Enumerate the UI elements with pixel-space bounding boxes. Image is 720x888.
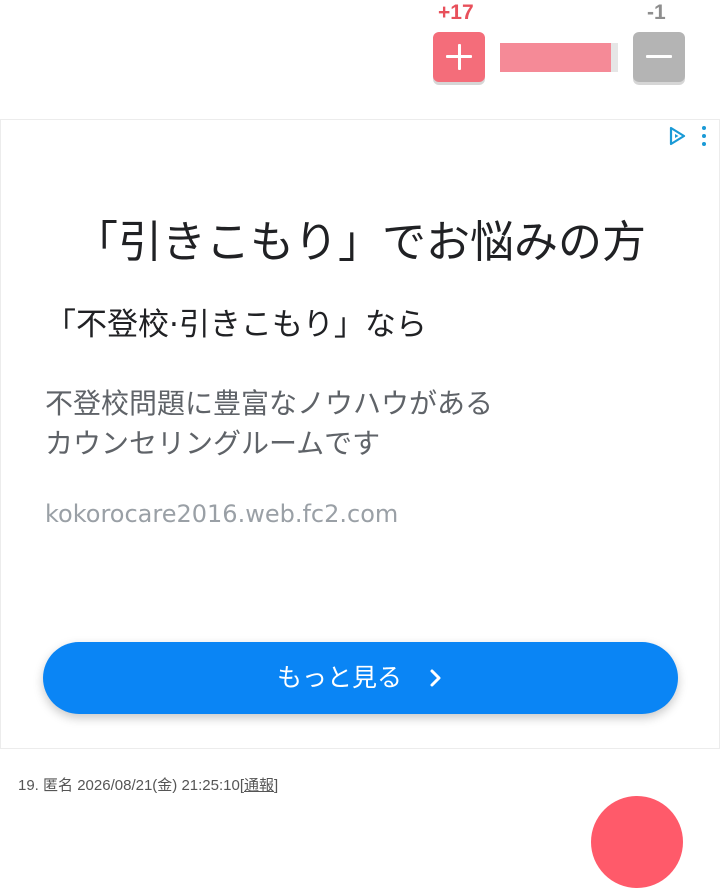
plus-icon-stroke — [457, 44, 461, 70]
ad-body-text[interactable]: 不登校問題に豊富なノウハウがある カウンセリングルームです — [45, 384, 493, 464]
ad-cta-button[interactable]: もっと見る — [43, 642, 678, 714]
comment-datetime: 2026/08/21(金) 21:25:10 — [77, 777, 240, 794]
ad-body-line: カウンセリングルームです — [45, 427, 381, 460]
ad-headline[interactable]: 「引きこもり」でお悩みの方 — [1, 215, 719, 271]
ad-cta-label: もっと見る — [276, 663, 402, 692]
chevron-right-icon — [430, 669, 441, 687]
vote-ratio-bar — [500, 43, 618, 72]
upvote-button[interactable] — [433, 32, 485, 82]
minus-vote-count: -1 — [647, 1, 666, 24]
comment-author: 匿名 — [43, 777, 74, 794]
ad-display-url[interactable]: kokorocare2016.web.fc2.com — [45, 498, 398, 530]
ad-menu-icon[interactable] — [699, 126, 709, 148]
vote-widget: +17 -1 — [0, 0, 720, 120]
minus-icon — [646, 55, 672, 58]
ad-subheadline[interactable]: 「不登校·引きこもり」なら — [45, 305, 427, 345]
floating-action-button[interactable] — [591, 796, 683, 888]
report-link[interactable]: 通報 — [244, 777, 274, 794]
vote-ratio-fill — [500, 43, 612, 72]
plus-vote-count: +17 — [438, 1, 474, 24]
ad-banner[interactable]: 「引きこもり」でお悩みの方 「不登校·引きこもり」なら 不登校問題に豊富なノウハ… — [0, 119, 720, 749]
downvote-button[interactable] — [633, 32, 685, 82]
ad-body-line: 不登校問題に豊富なノウハウがある — [45, 387, 494, 420]
adchoices-icon[interactable] — [667, 126, 687, 146]
comment-number: 19. — [18, 777, 39, 794]
report-bracket-close: ] — [274, 777, 279, 794]
comment-meta: 19. 匿名 2026/08/21(金) 21:25:10[通報] — [18, 776, 278, 796]
